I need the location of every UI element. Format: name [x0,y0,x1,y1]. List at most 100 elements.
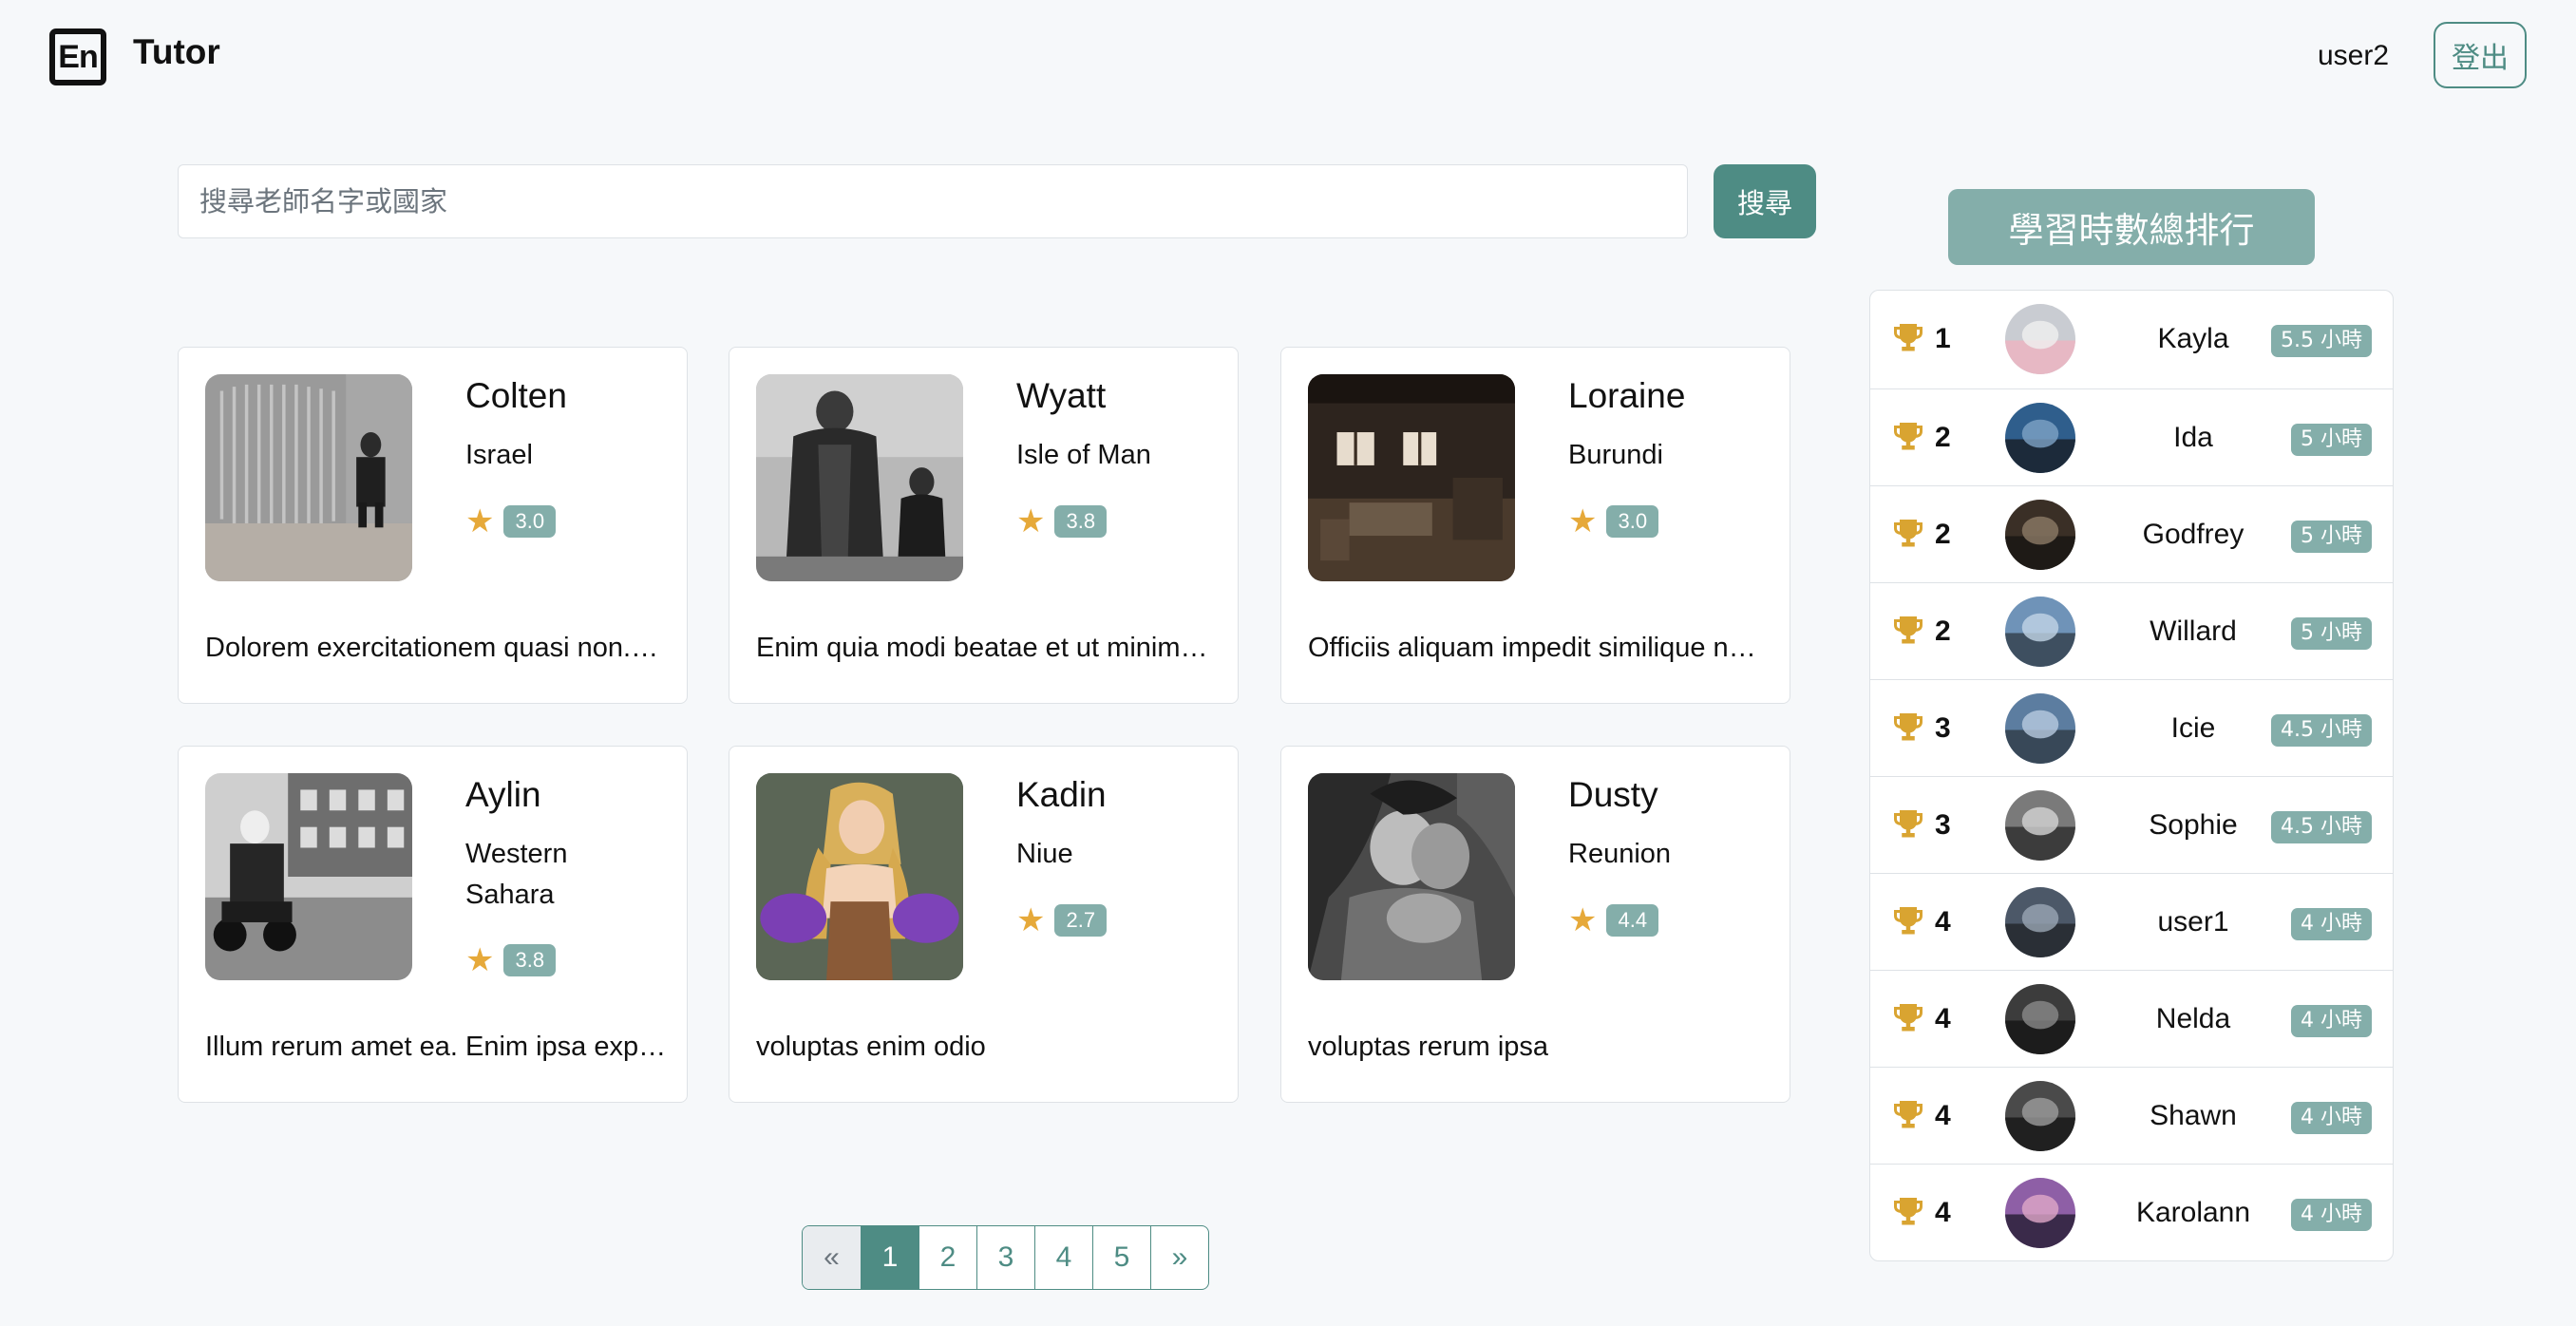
leaderboard-rank: 4 [1935,1100,1951,1131]
teacher-intro: Illum rerum amet ea. Enim ipsa exp… [205,1032,667,1062]
leaderboard-hours-badge: 4 小時 [2291,1005,2372,1037]
leaderboard-rank: 3 [1935,712,1951,744]
teacher-card[interactable]: Colten Israel ★ 3.0 Dolorem exercitation… [178,347,688,704]
teacher-rating: ★ 3.0 [1568,505,1659,538]
leaderboard-rank: 1 [1935,323,1951,354]
leaderboard-avatar [2005,304,2075,374]
teacher-card[interactable]: Dusty Reunion ★ 4.4 voluptas rerum ipsa [1280,746,1790,1103]
leaderboard-row[interactable]: 4 Shawn 4 小時 [1870,1067,2393,1164]
leaderboard-name: Godfrey [2142,519,2245,550]
logout-button[interactable]: 登出 [2434,22,2527,88]
leaderboard-row[interactable]: 1 Kayla 5.5 小時 [1870,291,2393,388]
leaderboard-name: Kayla [2157,323,2229,354]
teacher-card[interactable]: Loraine Burundi ★ 3.0 Officiis aliquam i… [1280,347,1790,704]
navbar: En Tutor user2 登出 [0,0,2576,114]
teacher-card[interactable]: Kadin Niue ★ 2.7 voluptas enim odio [729,746,1239,1103]
leaderboard-name: Sophie [2149,809,2238,841]
leaderboard-row[interactable]: 4 Karolann 4 小時 [1870,1164,2393,1260]
trophy-icon [1894,1101,1923,1128]
page-3[interactable]: 3 [976,1226,1034,1289]
star-icon: ★ [1016,503,1046,540]
star-icon: ★ [1016,902,1046,938]
rating-badge: 3.8 [1054,505,1108,538]
star-icon: ★ [1568,902,1598,938]
page-4[interactable]: 4 [1034,1226,1092,1289]
teacher-avatar[interactable] [756,374,963,581]
teacher-name: Wyatt [1016,376,1107,415]
brand-name[interactable]: Tutor [133,32,220,72]
page-5[interactable]: 5 [1092,1226,1150,1289]
leaderboard-avatar [2005,693,2075,764]
leaderboard-name: Shawn [2150,1100,2237,1131]
leaderboard-hours-badge: 5 小時 [2291,521,2372,553]
rating-badge: 3.8 [503,944,557,976]
leaderboard-row[interactable]: 4 Nelda 4 小時 [1870,970,2393,1067]
leaderboard-rank: 4 [1935,906,1951,938]
teacher-avatar[interactable] [205,374,412,581]
trophy-icon [1894,1004,1923,1032]
leaderboard-avatar [2005,887,2075,957]
leaderboard-avatar [2005,500,2075,570]
teacher-rating: ★ 2.7 [1016,902,1108,938]
search-input[interactable] [178,164,1688,238]
teacher-name: Dusty [1568,775,1658,814]
leaderboard-avatar [2005,984,2075,1054]
leaderboard-avatar [2005,1081,2075,1151]
teacher-card[interactable]: Aylin Western Sahara ★ 3.8 Illum rerum a… [178,746,688,1103]
leaderboard-row[interactable]: 2 Ida 5 小時 [1870,388,2393,485]
leaderboard-rank: 2 [1935,519,1951,550]
teacher-country: Isle of Man [1016,440,1151,470]
leaderboard-row[interactable]: 3 Icie 4.5 小時 [1870,679,2393,776]
leaderboard-hours-badge: 5.5 小時 [2271,325,2372,357]
pagination: « 1 2 3 4 5 » [802,1225,1209,1290]
leaderboard-name: Nelda [2155,1003,2231,1034]
trophy-icon [1894,1198,1923,1225]
teacher-intro: voluptas rerum ipsa [1308,1032,1549,1062]
leaderboard-hours-badge: 5 小時 [2291,424,2372,456]
leaderboard-hours-badge: 4 小時 [2291,1199,2372,1231]
teacher-avatar[interactable] [1308,773,1515,980]
search-button[interactable]: 搜尋 [1714,164,1816,238]
leaderboard-name: Ida [2173,422,2213,453]
leaderboard-row[interactable]: 3 Sophie 4.5 小時 [1870,776,2393,873]
leaderboard-hours-badge: 4 小時 [2291,1102,2372,1134]
leaderboard-rank: 4 [1935,1197,1951,1228]
page-1[interactable]: 1 [861,1226,919,1289]
star-icon: ★ [465,942,495,978]
teacher-name: Loraine [1568,376,1686,415]
logo[interactable]: En [49,28,106,85]
leaderboard-rank: 3 [1935,809,1951,841]
leaderboard-title: 學習時數總排行 [1948,189,2315,265]
teacher-avatar[interactable] [205,773,412,980]
teacher-card[interactable]: Wyatt Isle of Man ★ 3.8 Enim quia modi b… [729,347,1239,704]
trophy-icon [1894,520,1923,547]
leaderboard-row[interactable]: 2 Willard 5 小時 [1870,582,2393,679]
teacher-avatar[interactable] [1308,374,1515,581]
page-prev[interactable]: « [803,1226,861,1289]
teacher-country: Israel [465,440,533,470]
trophy-icon [1894,324,1923,351]
teacher-intro: Officiis aliquam impedit similique n… [1308,633,1756,663]
teacher-name: Aylin [465,775,541,814]
trophy-icon [1894,907,1923,935]
leaderboard-name: user1 [2157,906,2229,938]
teacher-intro: Dolorem exercitationem quasi non.… [205,633,659,663]
teacher-intro: Enim quia modi beatae et ut minim… [756,633,1208,663]
teacher-intro: voluptas enim odio [756,1032,986,1062]
leaderboard-hours-badge: 4.5 小時 [2271,714,2372,747]
rating-badge: 3.0 [1606,505,1659,538]
page-2[interactable]: 2 [919,1226,976,1289]
leaderboard-avatar [2005,597,2075,667]
leaderboard-avatar [2005,1178,2075,1248]
leaderboard-row[interactable]: 4 user1 4 小時 [1870,873,2393,970]
star-icon: ★ [465,503,495,540]
page-next[interactable]: » [1150,1226,1208,1289]
leaderboard-rank: 4 [1935,1003,1951,1034]
teacher-country: Niue [1016,839,1073,869]
teacher-rating: ★ 3.8 [465,942,557,978]
teacher-name: Colten [465,376,567,415]
teacher-avatar[interactable] [756,773,963,980]
rating-badge: 3.0 [503,505,557,538]
leaderboard-row[interactable]: 2 Godfrey 5 小時 [1870,485,2393,582]
teacher-rating: ★ 3.8 [1016,503,1108,540]
